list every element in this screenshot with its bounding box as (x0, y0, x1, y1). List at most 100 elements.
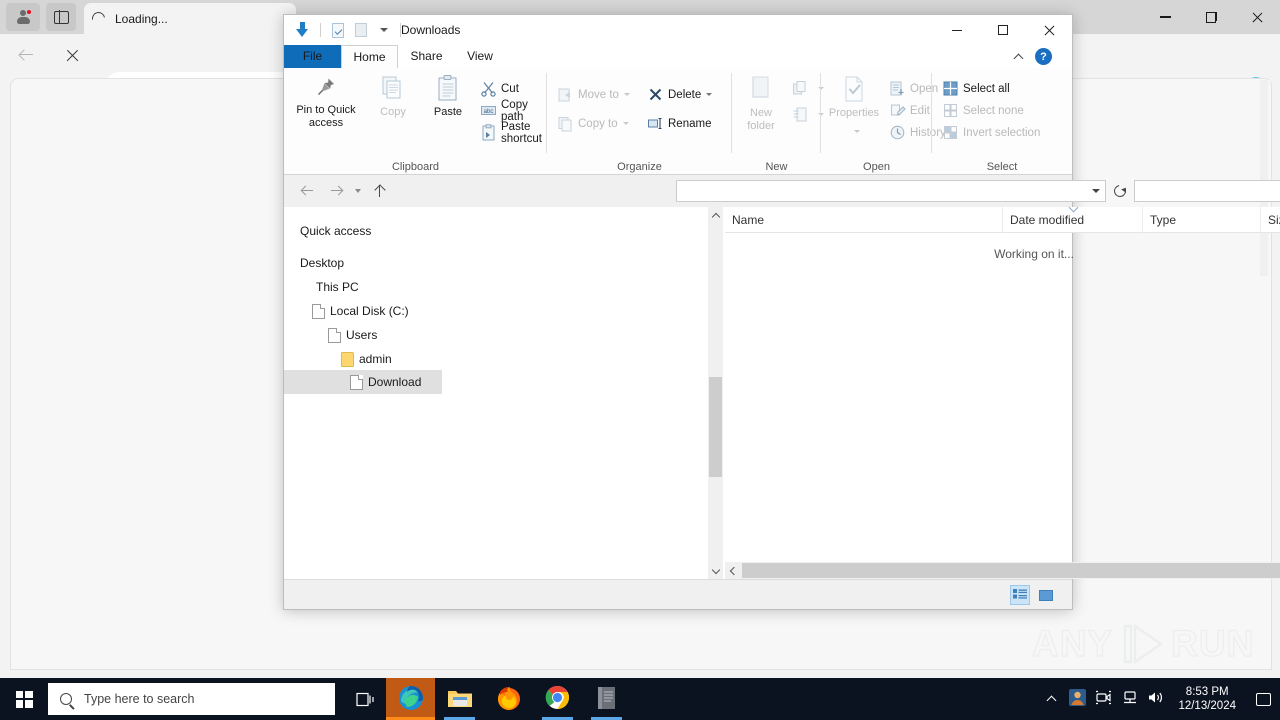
rename-button[interactable]: Rename (647, 113, 711, 134)
copy-to-button[interactable]: Copy to (557, 113, 629, 134)
scroll-down-button[interactable] (708, 562, 723, 579)
document-icon (350, 374, 363, 390)
move-to-button[interactable]: Move to (557, 84, 630, 105)
sidebar-item-local-disk-c[interactable]: Local Disk (C:) (312, 299, 409, 323)
camera-icon (1095, 690, 1112, 708)
edge-maximize-button[interactable] (1188, 0, 1234, 34)
taskbar-app-google-chrome[interactable] (533, 678, 582, 720)
paste-button[interactable]: Paste (423, 74, 473, 119)
sidebar-item-this-pc[interactable]: This PC (316, 275, 359, 299)
new-folder-button[interactable]: New folder (735, 74, 787, 132)
scroll-up-button[interactable] (708, 207, 723, 224)
edit-button[interactable]: Edit (889, 100, 930, 121)
delete-x-icon (647, 86, 664, 103)
column-header-name[interactable]: Name (725, 207, 1002, 233)
document-icon (312, 303, 325, 319)
qat-new-folder-button[interactable] (349, 15, 372, 45)
taskbar-app-notepad[interactable] (582, 678, 631, 720)
recent-locations-button[interactable] (347, 180, 369, 202)
sidebar-item-download[interactable]: Download (284, 370, 442, 394)
select-all-button[interactable]: Select all (942, 78, 1010, 99)
explorer-minimize-button[interactable] (934, 15, 980, 45)
nav-back-button[interactable] (296, 180, 318, 202)
scrollbar-thumb[interactable] (709, 377, 722, 477)
tray-app-icon[interactable] (1064, 678, 1090, 720)
arrow-left-icon (19, 48, 33, 62)
taskbar-app-mozilla-firefox[interactable] (484, 678, 533, 720)
taskbar-app-microsoft-edge[interactable] (386, 678, 435, 720)
edge-minimize-button[interactable] (1142, 0, 1188, 34)
sidebar-item-quick-access[interactable]: Quick access (300, 219, 371, 243)
play-logo-icon (1117, 622, 1167, 666)
explorer-window-controls (934, 15, 1072, 45)
ribbon-tab-file[interactable]: File (284, 45, 341, 68)
nav-up-button[interactable] (368, 180, 390, 202)
minimize-icon (952, 29, 962, 31)
stop-loading-button[interactable] (58, 41, 86, 69)
delete-button[interactable]: Delete (647, 84, 713, 105)
column-header-type[interactable]: Type (1142, 207, 1260, 233)
address-dropdown-button[interactable] (1087, 189, 1105, 193)
qat-properties-button[interactable] (326, 15, 349, 45)
scroll-left-button[interactable] (725, 562, 741, 579)
copy-button[interactable]: Copy (368, 74, 418, 119)
scrollbar-thumb[interactable] (742, 563, 1280, 578)
sidebar-item-desktop[interactable]: Desktop (300, 251, 344, 275)
collapse-ribbon-button[interactable] (1010, 49, 1026, 65)
sidebar-item-users[interactable]: Users (328, 323, 377, 347)
vertical-tabs-button[interactable] (46, 3, 76, 31)
taskbar-app-file-explorer[interactable] (435, 678, 484, 720)
search-input[interactable] (1134, 180, 1280, 202)
start-button[interactable] (0, 678, 48, 720)
edge-close-button[interactable] (1234, 0, 1280, 34)
copy-path-button[interactable]: abc Copy path (480, 99, 547, 123)
volume-button[interactable] (1142, 678, 1168, 720)
invert-selection-button[interactable]: Invert selection (942, 122, 1040, 143)
select-none-button[interactable]: Select none (942, 100, 1024, 121)
explorer-close-button[interactable] (1026, 15, 1072, 45)
network-button[interactable] (1116, 678, 1142, 720)
ribbon-tab-share[interactable]: Share (398, 45, 455, 68)
qat-customize-button[interactable] (372, 15, 395, 45)
item-label: Edit (910, 104, 930, 117)
properties-button[interactable]: Properties (823, 74, 885, 136)
horizontal-scrollbar[interactable] (725, 562, 1280, 579)
copy-path-icon: abc (480, 102, 497, 119)
profile-button[interactable] (6, 3, 40, 31)
nav-forward-button[interactable] (325, 180, 347, 202)
details-view-icon (1013, 589, 1027, 601)
explorer-maximize-button[interactable] (980, 15, 1026, 45)
file-list-pane[interactable]: Name Date modified Type Size Working on … (725, 207, 1280, 579)
address-input[interactable] (676, 180, 1106, 202)
select-none-icon (942, 102, 959, 119)
details-view-button[interactable] (1010, 585, 1030, 605)
back-button[interactable] (12, 41, 40, 69)
cut-button[interactable]: Cut (480, 78, 519, 99)
explorer-body: Quick access Desktop This PC Local Disk … (284, 207, 1280, 579)
action-center-button[interactable] (1246, 678, 1280, 720)
explorer-title-bar[interactable]: Downloads (284, 15, 1072, 45)
ribbon-tab-view[interactable]: View (455, 45, 505, 68)
column-header-size[interactable]: Size (1260, 207, 1280, 233)
show-hidden-icons-button[interactable] (1038, 678, 1064, 720)
navigation-scrollbar[interactable] (708, 207, 723, 579)
taskbar-search-box[interactable]: Type here to search (48, 683, 335, 715)
file-explorer-window: Downloads File Home Share View ? Pin to … (283, 14, 1280, 610)
tree-label: admin (359, 352, 392, 366)
item-label: Delete (668, 88, 702, 101)
camera-recording-button[interactable] (1090, 678, 1116, 720)
minimize-icon (1159, 16, 1171, 18)
ribbon-tab-home[interactable]: Home (341, 45, 398, 68)
help-button[interactable]: ? (1035, 48, 1052, 65)
large-icons-view-button[interactable] (1036, 585, 1056, 605)
move-to-icon (557, 86, 574, 103)
browser-tab[interactable]: Loading... (84, 3, 296, 34)
paste-shortcut-button[interactable]: Paste shortcut (480, 121, 547, 145)
pin-to-quick-access-button[interactable]: Pin to Quick access (289, 74, 363, 129)
refresh-button[interactable] (1110, 180, 1130, 202)
task-view-button[interactable] (340, 678, 389, 720)
navigation-bar (284, 175, 1280, 207)
maximize-icon (998, 25, 1008, 35)
clock[interactable]: 8:53 PM 12/13/2024 (1168, 685, 1246, 713)
sidebar-item-admin[interactable]: admin (341, 347, 392, 371)
